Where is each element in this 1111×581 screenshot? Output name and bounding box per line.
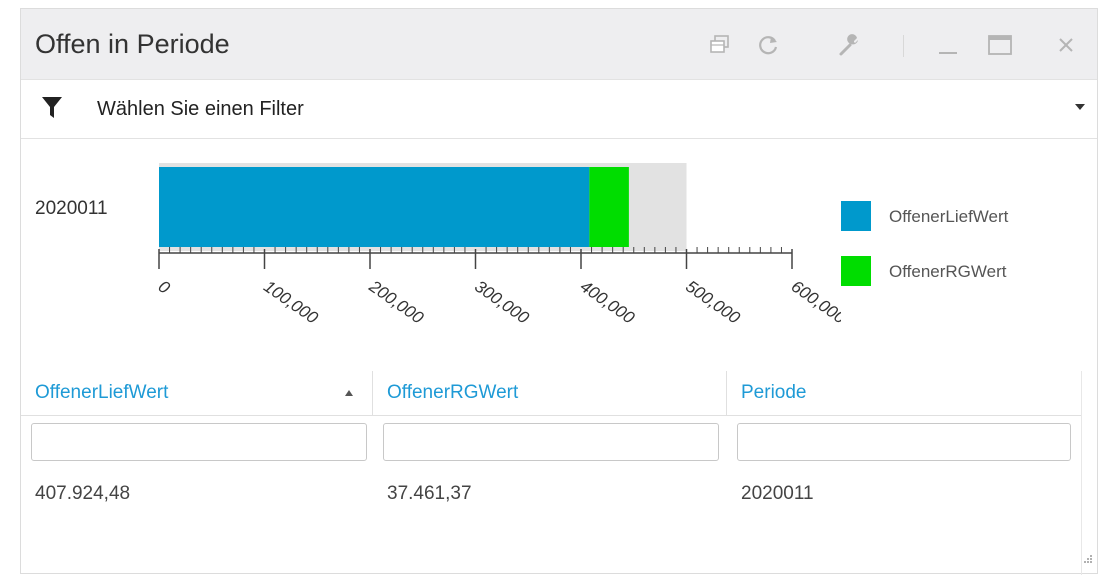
bar-offenerrgwert (589, 167, 629, 247)
export-icon[interactable] (705, 31, 735, 59)
data-grid: OffenerLiefWert OffenerRGWert Periode 40… (21, 371, 1082, 575)
sort-ascending-icon[interactable] (345, 390, 353, 396)
header-divider (21, 415, 1081, 416)
x-tick-label: 400,000 (577, 277, 639, 328)
filter-label: Wählen Sie einen Filter (97, 98, 304, 120)
column-header-label: OffenerLiefWert (35, 382, 169, 403)
filter-select[interactable]: Wählen Sie einen Filter (21, 80, 1097, 139)
x-tick-label: 600,000 (788, 277, 841, 328)
cell-offenerliefwert: 407.924,48 (35, 483, 131, 504)
minimize-icon[interactable] (933, 31, 963, 59)
widget-title-bar[interactable]: Offen in Periode (21, 9, 1097, 80)
column-filter-offenerliefwert[interactable] (31, 423, 367, 461)
maximize-icon[interactable] (985, 31, 1015, 59)
legend-label-liefwert: OffenerLiefWert (889, 207, 1009, 226)
cell-offenerrgwert: 37.461,37 (387, 483, 472, 504)
chart-svg: 2020011 0 100,000 200,000 300,000 400,000 500,… (35, 163, 849, 328)
legend-swatch-liefwert (841, 201, 871, 231)
wrench-icon[interactable] (835, 31, 865, 59)
column-filter-offenerrgwert[interactable] (383, 423, 719, 461)
column-header-label: Periode (741, 382, 807, 403)
x-tick-label: 300,000 (471, 277, 533, 328)
x-tick-label: 0 (155, 277, 174, 298)
bar-chart: 2020011 0 100,000 200,000 300,000 400,000 500,… (21, 139, 1097, 369)
bar-offenerliefwert (159, 167, 590, 247)
cell-periode: 2020011 (741, 483, 814, 504)
category-label: 2020011 (35, 198, 108, 219)
column-header-label: OffenerRGWert (387, 382, 519, 403)
column-header-periode[interactable]: Periode (727, 371, 1081, 415)
funnel-icon (41, 96, 63, 125)
column-filter-periode[interactable] (737, 423, 1071, 461)
column-header-offenerliefwert[interactable]: OffenerLiefWert (21, 371, 373, 415)
refresh-icon[interactable] (753, 31, 783, 59)
widget-title: Offen in Periode (35, 29, 230, 59)
column-header-offenerrgwert[interactable]: OffenerRGWert (373, 371, 727, 415)
x-tick-label: 200,000 (365, 276, 428, 328)
dashboard-widget: Offen in Periode Wählen Sie einen Filter… (20, 8, 1098, 575)
x-tick-label: 100,000 (260, 277, 322, 328)
close-icon[interactable] (1051, 31, 1081, 59)
resize-grip-icon[interactable] (1083, 551, 1093, 569)
legend-label-rgwert: OffenerRGWert (889, 262, 1007, 281)
toolbar-separator (903, 35, 904, 57)
grid-border (1081, 371, 1082, 575)
legend-swatch-rgwert (841, 256, 871, 286)
x-tick-label: 500,000 (682, 277, 744, 328)
chevron-down-icon[interactable] (1075, 104, 1085, 110)
